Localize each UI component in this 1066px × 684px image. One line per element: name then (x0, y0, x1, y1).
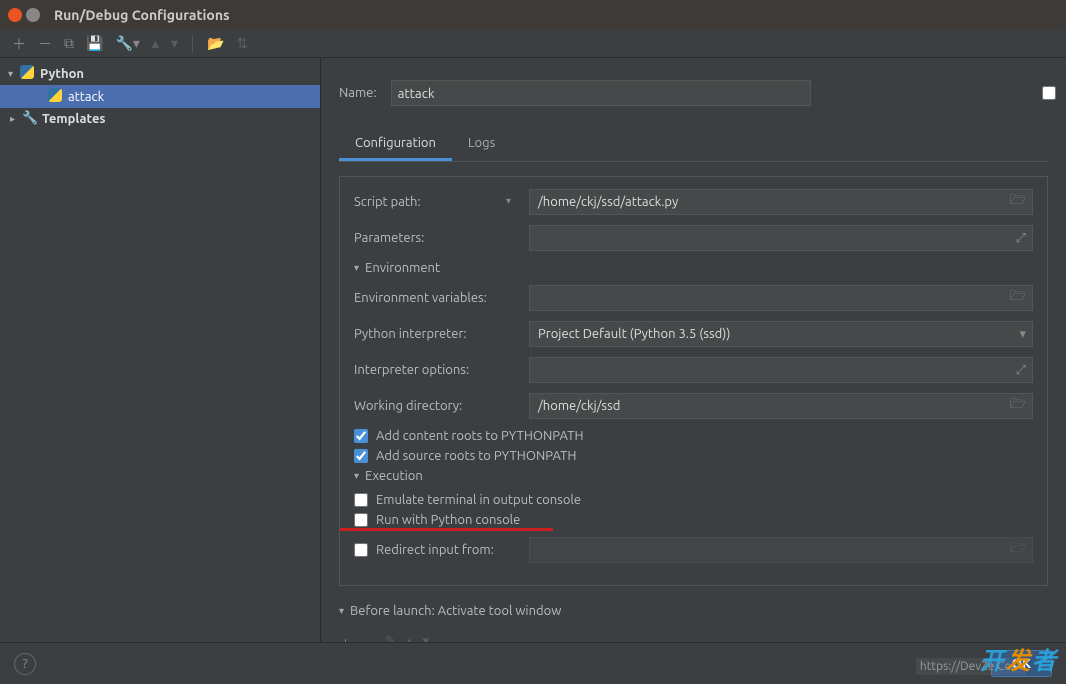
toolbar-separator (192, 35, 193, 53)
tab-logs[interactable]: Logs (452, 128, 511, 161)
expand-icon[interactable]: ⤢ (1016, 231, 1026, 246)
help-button[interactable]: ? (14, 653, 36, 675)
before-launch-header[interactable]: ▾ Before launch: Activate tool window (339, 604, 1048, 618)
remove-task-icon[interactable]: － (362, 634, 375, 642)
emulate-terminal-row[interactable]: Emulate terminal in output console (354, 493, 1033, 507)
share-checkbox-label[interactable]: Share (839, 86, 1066, 100)
tree-label-python: Python (40, 67, 84, 81)
env-vars-label: Environment variables: (354, 291, 529, 305)
config-content: Name: Share Allow parallel run Configura… (321, 58, 1066, 642)
content-roots-checkbox[interactable] (354, 429, 368, 443)
interpreter-row: Python interpreter: Project Default (Pyt… (354, 321, 1033, 347)
before-launch-section: ▾ Before launch: Activate tool window ＋ … (339, 604, 1048, 642)
source-roots-row[interactable]: Add source roots to PYTHONPATH (354, 449, 1033, 463)
chevron-right-icon: ▸ (10, 113, 22, 125)
config-toolbar: ＋ － ⧉ 💾 🔧▾ ▴ ▾ 📂 ⇅ (0, 30, 1066, 58)
chevron-down-icon: ▾ (354, 262, 359, 274)
chevron-down-icon: ▾ (354, 470, 359, 482)
interp-opts-row: Interpreter options: ⤢ (354, 357, 1033, 383)
chevron-down-icon[interactable]: ▾ (1019, 327, 1026, 342)
execution-section-header[interactable]: ▾ Execution (354, 469, 1033, 483)
interpreter-dropdown[interactable]: Project Default (Python 3.5 (ssd)) ▾ (529, 321, 1033, 347)
python-icon (48, 88, 64, 105)
script-path-label: Script path: ▾ (354, 195, 529, 209)
move-up-task-icon[interactable]: ▴ (406, 634, 413, 642)
main-area: ▾ Python attack ▸ 🔧 Templates Name: Shar… (0, 58, 1066, 642)
tree-node-python[interactable]: ▾ Python (0, 62, 320, 85)
python-icon (20, 65, 36, 82)
script-path-input[interactable]: /home/ckj/ssd/attack.py 🗁 (529, 189, 1033, 215)
wrench-icon: 🔧 (22, 111, 38, 126)
env-vars-input[interactable]: 🗁 (529, 285, 1033, 311)
remove-config-icon[interactable]: － (36, 32, 54, 56)
tree-label-templates: Templates (42, 112, 106, 126)
script-path-row: Script path: ▾ /home/ckj/ssd/attack.py 🗁 (354, 189, 1033, 215)
expand-icon[interactable]: ⤢ (1016, 363, 1026, 378)
working-dir-row: Working directory: /home/ckj/ssd 🗁 (354, 393, 1033, 419)
move-up-icon[interactable]: ▴ (150, 33, 161, 54)
parameters-input[interactable]: ⤢ (529, 225, 1033, 251)
name-label: Name: (339, 86, 377, 100)
content-roots-row[interactable]: Add content roots to PYTHONPATH (354, 429, 1033, 443)
before-launch-toolbar: ＋ － ✎ ▴ ▾ (339, 628, 1048, 642)
redirect-input-label[interactable]: Redirect input from: (354, 543, 529, 557)
name-input[interactable] (391, 80, 811, 106)
tree-node-templates[interactable]: ▸ 🔧 Templates (0, 108, 320, 129)
chevron-down-icon: ▾ (339, 605, 344, 617)
browse-icon[interactable]: 🗁 (1010, 191, 1026, 213)
minimize-window-icon[interactable] (26, 8, 40, 22)
parameters-label: Parameters: (354, 231, 529, 245)
save-config-icon[interactable]: 💾 (84, 33, 105, 54)
chevron-down-icon[interactable]: ▾ (506, 195, 511, 207)
working-dir-label: Working directory: (354, 399, 529, 413)
window-title: Run/Debug Configurations (54, 7, 230, 23)
name-row: Name: Share Allow parallel run (339, 72, 1048, 114)
redirect-input-row: Redirect input from: 🗁 (354, 537, 1033, 563)
close-window-icon[interactable] (8, 8, 22, 22)
title-bar: Run/Debug Configurations (0, 0, 1066, 30)
move-down-icon[interactable]: ▾ (169, 33, 180, 54)
interpreter-label: Python interpreter: (354, 327, 529, 341)
sort-icon[interactable]: ⇅ (234, 33, 250, 54)
run-python-console-checkbox[interactable] (354, 513, 368, 527)
interp-opts-label: Interpreter options: (354, 363, 529, 377)
redirect-input-field[interactable]: 🗁 (529, 537, 1033, 563)
edit-defaults-icon[interactable]: 🔧▾ (113, 33, 141, 54)
add-task-icon[interactable]: ＋ (339, 634, 352, 642)
environment-section-header[interactable]: ▾ Environment (354, 261, 1033, 275)
folder-icon[interactable]: 📂 (205, 33, 226, 54)
move-down-task-icon[interactable]: ▾ (422, 634, 429, 642)
redirect-input-checkbox[interactable] (354, 543, 368, 557)
edit-task-icon[interactable]: ✎ (385, 634, 396, 642)
config-tree-sidebar: ▾ Python attack ▸ 🔧 Templates (0, 58, 321, 642)
share-checkbox[interactable] (839, 86, 1066, 100)
browse-icon[interactable]: 🗁 (1010, 539, 1026, 561)
working-dir-input[interactable]: /home/ckj/ssd 🗁 (529, 393, 1033, 419)
tree-label-attack: attack (68, 90, 104, 104)
env-vars-row: Environment variables: 🗁 (354, 285, 1033, 311)
run-python-console-row[interactable]: Run with Python console (354, 513, 1033, 527)
parameters-row: Parameters: ⤢ (354, 225, 1033, 251)
tree-node-attack[interactable]: attack (0, 85, 320, 108)
browse-icon[interactable]: 🗁 (1010, 395, 1026, 417)
copy-config-icon[interactable]: ⧉ (62, 33, 76, 54)
add-config-icon[interactable]: ＋ (10, 32, 28, 56)
interp-opts-input[interactable]: ⤢ (529, 357, 1033, 383)
source-roots-checkbox[interactable] (354, 449, 368, 463)
chevron-down-icon: ▾ (8, 68, 20, 80)
emulate-terminal-checkbox[interactable] (354, 493, 368, 507)
status-url: https://DevZe.CoM (916, 658, 1026, 675)
configuration-panel: Script path: ▾ /home/ckj/ssd/attack.py 🗁… (339, 176, 1048, 586)
config-tabs: Configuration Logs (339, 128, 1048, 162)
tab-configuration[interactable]: Configuration (339, 128, 452, 161)
dialog-footer: ? OK https://DevZe.CoM (0, 642, 1066, 684)
highlight-underline (340, 528, 553, 531)
browse-icon[interactable]: 🗁 (1010, 287, 1026, 309)
